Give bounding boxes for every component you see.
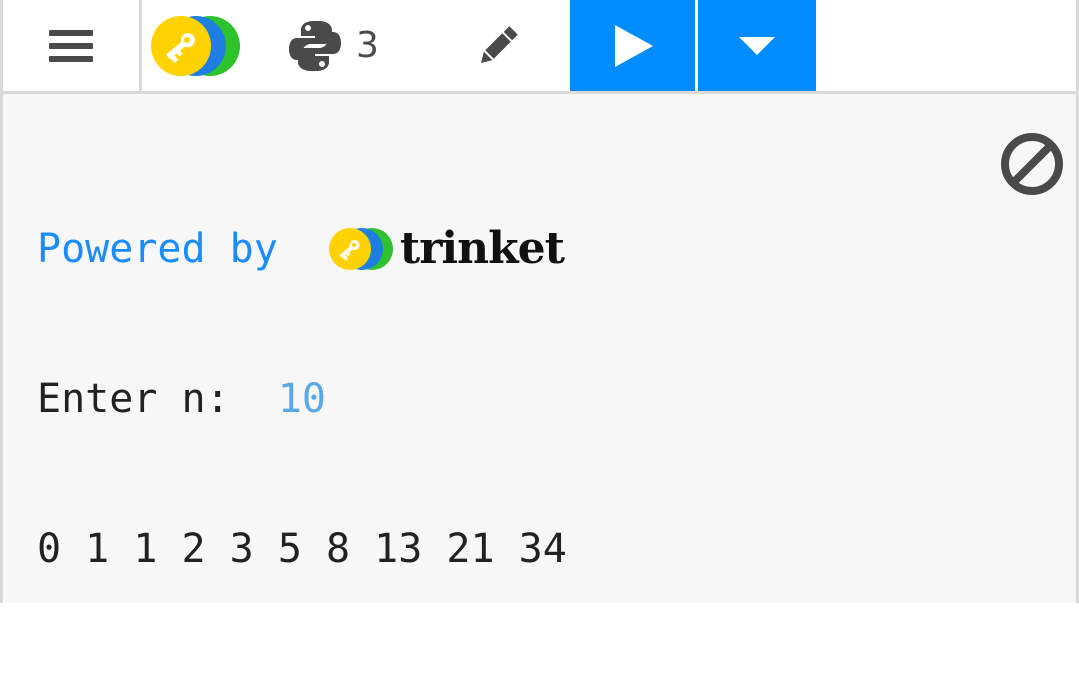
play-icon <box>614 24 653 67</box>
run-button[interactable] <box>570 0 695 91</box>
python-version-label: 3 <box>356 24 379 66</box>
python-icon <box>289 20 341 71</box>
brand-name: trinket <box>399 223 565 274</box>
run-options-dropdown[interactable] <box>698 0 816 91</box>
caret-down-icon <box>739 36 775 55</box>
prompt-text: Enter n: <box>37 376 278 422</box>
trinket-brand[interactable]: trinket <box>328 223 565 274</box>
menu-button[interactable] <box>0 0 142 91</box>
trinket-key-logo <box>328 228 393 270</box>
fibonacci-output: 0 1 1 2 3 5 8 13 21 34 <box>37 526 567 572</box>
hamburger-menu-icon <box>49 29 93 62</box>
result-line: 0 1 1 2 3 5 8 13 21 34 <box>37 524 567 574</box>
output-console[interactable]: Powered by trinket Enter n: 10 0 1 1 2 3 <box>0 94 1079 603</box>
pencil-icon <box>480 26 517 63</box>
no-entry-icon <box>1001 133 1063 195</box>
user-input-value: 10 <box>277 376 326 422</box>
console-text: Powered by trinket Enter n: 10 0 1 1 2 3 <box>37 124 567 674</box>
toolbar: 3 <box>0 0 1079 94</box>
clear-output-button[interactable] <box>999 131 1065 197</box>
input-prompt-line: Enter n: 10 <box>37 374 567 424</box>
trinket-logo[interactable] <box>150 0 260 91</box>
powered-by-line: Powered by trinket <box>37 224 567 274</box>
python-version-selector[interactable]: 3 <box>288 0 398 91</box>
edit-button[interactable] <box>455 0 540 91</box>
powered-by-label: Powered by <box>37 226 302 272</box>
trinket-key-logo <box>151 15 240 76</box>
